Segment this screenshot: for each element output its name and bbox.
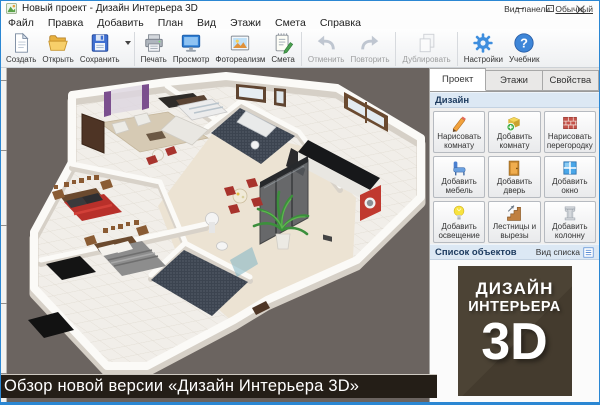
design-buttons-grid: Нарисовать комнату Добавить комнату Нари…	[430, 108, 599, 246]
settings-button[interactable]: Настройки	[461, 31, 506, 65]
curtain	[142, 84, 149, 110]
window[interactable]	[111, 85, 142, 114]
menu-edit[interactable]: Правка	[41, 17, 90, 29]
photorealism-button[interactable]: Фотореализм	[212, 31, 268, 65]
monitor-icon	[180, 32, 202, 54]
menu-help[interactable]: Справка	[313, 17, 368, 29]
open-button[interactable]: Открыть	[39, 31, 76, 65]
box-plus-icon	[505, 114, 523, 132]
armchair-icon	[450, 159, 468, 177]
sink[interactable]	[251, 141, 259, 149]
open-folder-icon	[47, 32, 69, 54]
tab-floors[interactable]: Этажи	[486, 70, 542, 91]
design-section-header: Дизайн	[430, 92, 599, 108]
notepad-pencil-icon	[272, 32, 294, 54]
app-window: Новый проект - Дизайн Интерьера 3D Файл …	[0, 0, 600, 405]
column-icon	[561, 204, 579, 222]
photo-icon	[229, 32, 251, 54]
3d-viewport[interactable]: Обзор новой версии «Дизайн Интерьера 3D»	[1, 68, 429, 402]
object-list-area: ДИЗАЙН ИНТЕРЬЕРА 3D	[430, 260, 599, 402]
gear-icon	[472, 32, 494, 54]
toolbar-separator	[395, 32, 396, 66]
redo-icon	[359, 32, 381, 54]
toilet[interactable]	[217, 242, 228, 250]
panel-view-link[interactable]: Обычный	[555, 4, 593, 14]
menu-add[interactable]: Добавить	[90, 17, 150, 29]
menu-file[interactable]: Файл	[1, 17, 41, 29]
vertical-ruler	[1, 68, 7, 402]
app-logo-icon	[6, 3, 17, 14]
save-dropdown-arrow-icon[interactable]	[125, 41, 131, 45]
main-toolbar: Создать Открыть Сохранить Печать	[1, 29, 599, 68]
toolbar-separator	[457, 32, 458, 66]
stairs-cutouts-button[interactable]: Лестницы и вырезы	[488, 201, 540, 243]
curtain	[104, 91, 111, 117]
pencil-icon	[450, 114, 468, 132]
add-lighting-button[interactable]: Добавить освещение	[433, 201, 485, 243]
brick-wall-icon	[561, 114, 579, 132]
draw-room-button[interactable]: Нарисовать комнату	[433, 111, 485, 153]
add-room-button[interactable]: Добавить комнату	[488, 111, 540, 153]
design-section-title: Дизайн	[435, 95, 469, 106]
undo-icon	[315, 32, 337, 54]
svg-text:?: ?	[520, 36, 528, 51]
objects-section-title: Список объектов	[435, 247, 517, 258]
panel-tabs: Проект Этажи Свойства	[430, 68, 599, 92]
washbasin-pedestal	[209, 222, 215, 233]
new-document-icon	[10, 32, 32, 54]
draw-partition-button[interactable]: Нарисовать перегородку	[544, 111, 596, 153]
menu-bar: Файл Правка Добавить План Вид Этажи Смет…	[1, 16, 599, 29]
toolbar-separator	[301, 32, 302, 66]
add-door-button[interactable]: Добавить дверь	[488, 156, 540, 198]
menu-plan[interactable]: План	[151, 17, 190, 29]
window-icon	[561, 159, 579, 177]
menu-view[interactable]: Вид	[190, 17, 223, 29]
preview-button[interactable]: Просмотр	[170, 31, 213, 65]
dining-table[interactable]	[233, 189, 247, 203]
menu-floors[interactable]: Этажи	[223, 17, 268, 29]
duplicate-button[interactable]: Дублировать	[399, 31, 453, 65]
estimate-button[interactable]: Смета	[268, 31, 297, 65]
menu-estimate[interactable]: Смета	[268, 17, 313, 29]
toolbar-separator	[134, 32, 135, 66]
objects-section-header: Список объектов Вид списка	[430, 244, 599, 260]
tab-project[interactable]: Проект	[430, 68, 486, 91]
help-icon: ?	[513, 32, 535, 54]
add-window-button[interactable]: Добавить окно	[544, 156, 596, 198]
tutorial-button[interactable]: ? Учебник	[506, 31, 543, 65]
stairs-icon	[505, 204, 523, 222]
printer-icon	[143, 32, 165, 54]
product-logo: ДИЗАЙН ИНТЕРЬЕРА 3D	[458, 266, 572, 396]
save-button[interactable]: Сохранить	[77, 31, 123, 65]
print-button[interactable]: Печать	[138, 31, 170, 65]
undo-button[interactable]: Отменить	[305, 31, 348, 65]
window-title: Новый проект - Дизайн Интерьера 3D	[22, 3, 198, 14]
save-floppy-icon	[89, 32, 111, 54]
create-button[interactable]: Создать	[3, 31, 39, 65]
video-caption: Обзор новой версии «Дизайн Интерьера 3D»	[1, 374, 437, 398]
panel-view-switcher: Вид панели:Обычный	[504, 4, 593, 14]
door-icon	[505, 159, 523, 177]
duplicate-icon	[416, 32, 438, 54]
list-view-icon	[583, 247, 594, 258]
list-view-control[interactable]: Вид списка	[536, 247, 594, 258]
add-furniture-button[interactable]: Добавить мебель	[433, 156, 485, 198]
floor-plan-3d-render[interactable]	[8, 68, 429, 402]
side-panel: Проект Этажи Свойства Дизайн Нарисовать …	[429, 68, 599, 402]
panel-view-label: Вид панели:	[504, 4, 552, 14]
tab-properties[interactable]: Свойства	[543, 70, 599, 91]
bulb-icon	[450, 204, 468, 222]
add-column-button[interactable]: Добавить колонну	[544, 201, 596, 243]
redo-button[interactable]: Повторить	[347, 31, 392, 65]
